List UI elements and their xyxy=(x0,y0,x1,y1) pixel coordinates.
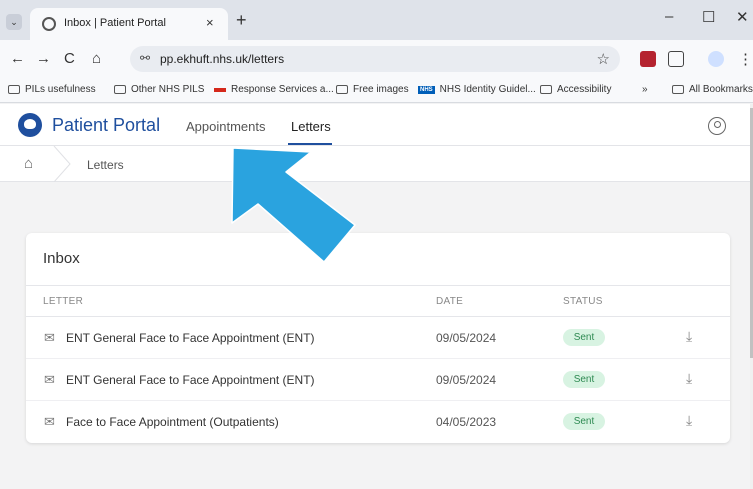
envelope-icon: ✉ xyxy=(44,330,55,345)
browser-tab[interactable]: Inbox | Patient Portal × xyxy=(30,8,228,40)
bookmarks-bar: PILs usefulness Other NHS PILS Response … xyxy=(0,78,753,103)
minimize-button[interactable]: – xyxy=(665,8,673,25)
all-bookmarks-button[interactable]: All Bookmarks xyxy=(672,84,753,95)
bookmark-star-icon[interactable]: ☆ xyxy=(597,50,610,68)
bookmark-item[interactable]: Response Services a... xyxy=(214,84,334,95)
browser-toolbar: ← → C ⌂ ⚯ pp.ekhuft.nhs.uk/letters ☆ ⋮ xyxy=(0,40,753,78)
tab-close-icon[interactable]: × xyxy=(206,15,214,30)
letter-date: 09/05/2024 xyxy=(436,331,497,345)
globe-icon xyxy=(42,17,56,31)
back-button[interactable]: ← xyxy=(10,50,25,67)
status-badge: Sent xyxy=(563,329,605,346)
home-button[interactable]: ⌂ xyxy=(92,50,101,67)
status-badge: Sent xyxy=(563,371,605,388)
tab-title: Inbox | Patient Portal xyxy=(64,17,166,29)
nav-appointments[interactable]: Appointments xyxy=(186,119,266,134)
inbox-card: Inbox LETTER DATE STATUS ✉ ENT General F… xyxy=(26,233,730,443)
inbox-title: Inbox xyxy=(43,250,80,267)
letter-date: 09/05/2024 xyxy=(436,373,497,387)
letter-name[interactable]: ENT General Face to Face Appointment (EN… xyxy=(66,331,315,345)
bookmark-item[interactable]: Free images xyxy=(336,84,409,95)
letter-name[interactable]: ENT General Face to Face Appointment (EN… xyxy=(66,373,315,387)
bookmark-item[interactable]: NHS NHS Identity Guidel... xyxy=(418,84,536,95)
new-tab-button[interactable]: + xyxy=(236,10,247,31)
bookmark-item[interactable]: PILs usefulness xyxy=(8,84,96,95)
portal-header: Patient Portal Appointments Letters xyxy=(0,104,750,146)
download-icon[interactable]: ⤓ xyxy=(686,370,692,387)
folder-icon xyxy=(672,85,684,94)
table-row[interactable]: ✉ ENT General Face to Face Appointment (… xyxy=(26,317,730,359)
site-favicon-icon xyxy=(214,87,226,92)
folder-icon xyxy=(540,85,552,94)
column-status: STATUS xyxy=(563,296,603,307)
reload-button[interactable]: C xyxy=(64,50,75,67)
table-row[interactable]: ✉ ENT General Face to Face Appointment (… xyxy=(26,359,730,401)
table-header: LETTER DATE STATUS xyxy=(26,285,730,317)
breadcrumb-letters: Letters xyxy=(87,158,124,172)
chrome-menu-icon[interactable]: ⋮ xyxy=(738,50,753,68)
site-info-icon[interactable]: ⚯ xyxy=(140,51,150,65)
download-icon[interactable]: ⤓ xyxy=(686,412,692,429)
active-nav-indicator xyxy=(288,143,332,145)
patient-portal-logo-icon[interactable] xyxy=(18,113,42,137)
tab-search-icon[interactable]: ⌄ xyxy=(6,14,22,30)
bookmarks-overflow-button[interactable]: » xyxy=(642,84,648,95)
letter-name[interactable]: Face to Face Appointment (Outpatients) xyxy=(66,415,279,429)
bookmark-item[interactable]: Other NHS PILS xyxy=(114,84,204,95)
breadcrumb: ⌂ Letters xyxy=(0,146,750,182)
download-icon[interactable]: ⤓ xyxy=(686,328,692,345)
nav-letters[interactable]: Letters xyxy=(291,119,331,134)
folder-icon xyxy=(114,85,126,94)
close-window-button[interactable]: ✕ xyxy=(736,8,749,26)
bookmark-item[interactable]: Accessibility xyxy=(540,84,611,95)
column-letter: LETTER xyxy=(43,296,84,307)
folder-icon xyxy=(8,85,20,94)
folder-icon xyxy=(336,85,348,94)
breadcrumb-separator xyxy=(53,146,71,182)
letter-date: 04/05/2023 xyxy=(436,415,497,429)
extensions-puzzle-icon[interactable] xyxy=(668,51,684,67)
forward-button[interactable]: → xyxy=(36,50,51,67)
extension-icon[interactable] xyxy=(640,51,656,67)
maximize-button[interactable]: ☐ xyxy=(702,8,715,26)
envelope-icon: ✉ xyxy=(44,414,55,429)
envelope-icon: ✉ xyxy=(44,372,55,387)
browser-tab-strip: ⌄ Inbox | Patient Portal × + – ☐ ✕ xyxy=(0,0,753,40)
table-row[interactable]: ✉ Face to Face Appointment (Outpatients)… xyxy=(26,401,730,443)
profile-avatar-icon[interactable] xyxy=(708,51,724,67)
nhs-logo-icon: NHS xyxy=(418,85,435,94)
address-bar[interactable]: ⚯ pp.ekhuft.nhs.uk/letters ☆ xyxy=(130,46,620,72)
home-icon[interactable]: ⌂ xyxy=(24,155,33,172)
status-badge: Sent xyxy=(563,413,605,430)
portal-name[interactable]: Patient Portal xyxy=(52,115,160,136)
column-date: DATE xyxy=(436,296,464,307)
url-text: pp.ekhuft.nhs.uk/letters xyxy=(160,52,285,66)
user-account-icon[interactable] xyxy=(708,117,726,135)
